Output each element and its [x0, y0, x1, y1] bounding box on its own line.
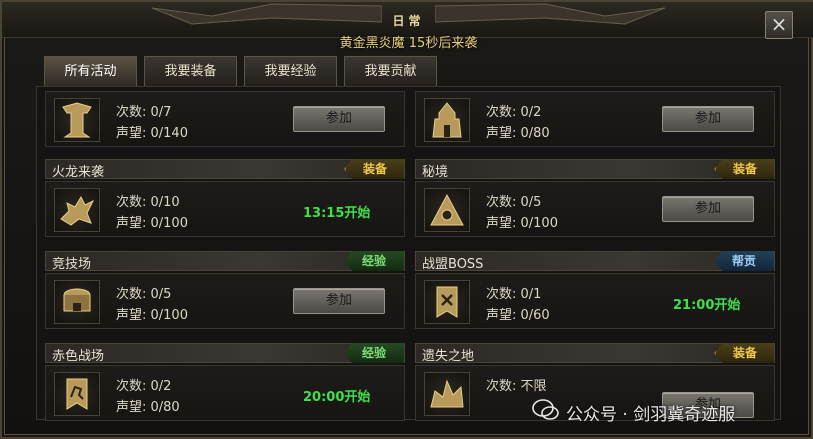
- activity-count: 次数: 0/5: [116, 287, 172, 302]
- start-time: 20:00开始: [303, 390, 371, 405]
- banner-icon: [424, 280, 470, 324]
- activity-reputation: 声望: 0/80: [486, 126, 550, 141]
- activity-count: 次数: 0/10: [116, 195, 180, 210]
- activity-count: 次数: 0/2: [486, 105, 542, 120]
- join-button[interactable]: 参加: [662, 106, 754, 132]
- activity-body: 次数: 0/1 声望: 0/60 21:00开始: [415, 273, 775, 329]
- pillar-icon: [54, 98, 100, 142]
- category-badge: 经验: [344, 251, 404, 271]
- activity-reputation: 声望: 0/100: [486, 216, 558, 231]
- activity-body: 次数: 0/2 声望: 0/80 参加: [415, 91, 775, 147]
- ruins-icon: [424, 372, 470, 416]
- activity-count: 次数: 不限: [486, 379, 547, 394]
- activity-header: 火龙来袭 装备: [45, 159, 405, 180]
- dragon-banner-icon: [54, 372, 100, 416]
- category-badge: 经验: [344, 343, 404, 363]
- activity-body: 次数: 0/5 声望: 0/100 参加: [45, 273, 405, 329]
- join-button[interactable]: 参加: [293, 288, 385, 314]
- wechat-icon: [532, 399, 559, 420]
- activity-count: 次数: 0/1: [486, 287, 542, 302]
- activity-body: 次数: 0/5 声望: 0/100 参加: [415, 181, 775, 237]
- activity-count: 次数: 0/5: [486, 195, 542, 210]
- activity-name: 遗失之地: [422, 349, 475, 364]
- start-time: 13:15开始: [303, 206, 371, 221]
- activity-body: 次数: 0/2 声望: 0/80 20:00开始: [45, 365, 405, 421]
- activity-body: 次数: 0/10 声望: 0/100 13:15开始: [45, 181, 405, 237]
- activity-body: 次数: 0/7 声望: 0/140 参加: [45, 91, 405, 147]
- tab-contribution[interactable]: 我要贡献: [344, 56, 437, 86]
- category-badge: 装备: [714, 159, 774, 179]
- activity-name: 火龙来袭: [52, 165, 105, 180]
- activity-header: 竞技场 经验: [45, 251, 405, 272]
- close-button[interactable]: ×: [765, 11, 793, 39]
- arena-icon: [54, 280, 100, 324]
- activity-reputation: 声望: 0/60: [486, 308, 550, 323]
- window-title: 日常: [392, 14, 425, 28]
- activity-header: 战盟BOSS 帮贡: [415, 251, 775, 272]
- activity-name: 战盟BOSS: [422, 257, 484, 272]
- activity-count: 次数: 0/2: [116, 379, 172, 394]
- activity-reputation: 声望: 0/100: [116, 216, 188, 231]
- castle-icon: [424, 98, 470, 142]
- category-badge: 装备: [714, 343, 774, 363]
- join-button[interactable]: 参加: [662, 196, 754, 222]
- activity-header: 遗失之地 装备: [415, 343, 775, 364]
- event-countdown: 黄金黑炎魔 15秒后来袭: [339, 36, 478, 51]
- tab-all-activities[interactable]: 所有活动: [44, 56, 137, 86]
- mountain-icon: [424, 188, 470, 232]
- tab-experience[interactable]: 我要经验: [244, 56, 337, 86]
- start-time: 21:00开始: [673, 298, 741, 313]
- category-badge: 帮贡: [714, 251, 774, 271]
- tab-equipment[interactable]: 我要装备: [144, 56, 237, 86]
- activity-reputation: 声望: 0/80: [116, 400, 180, 415]
- activity-header: 秘境 装备: [415, 159, 775, 180]
- activity-name: 赤色战场: [52, 349, 105, 364]
- join-button[interactable]: 参加: [293, 106, 385, 132]
- activity-name: 秘境: [422, 165, 449, 180]
- activity-reputation: 声望: 0/140: [116, 126, 188, 141]
- activity-reputation: 声望: 0/100: [116, 308, 188, 323]
- dragon-icon: [54, 188, 100, 232]
- activity-list: 次数: 0/7 声望: 0/140 参加 次数: 0/2 声望: 0/80 参加…: [36, 86, 781, 421]
- activity-header: 赤色战场 经验: [45, 343, 405, 364]
- activity-name: 竞技场: [52, 257, 92, 272]
- daily-activities-window: 日常 黄金黑炎魔 15秒后来袭 × 所有活动 我要装备 我要经验 我要贡献 次数…: [0, 0, 813, 439]
- activity-count: 次数: 0/7: [116, 105, 172, 120]
- watermark: 公众号 · 剑羽冀奇迹服: [566, 405, 736, 425]
- close-icon: ×: [770, 12, 788, 36]
- category-badge: 装备: [344, 159, 404, 179]
